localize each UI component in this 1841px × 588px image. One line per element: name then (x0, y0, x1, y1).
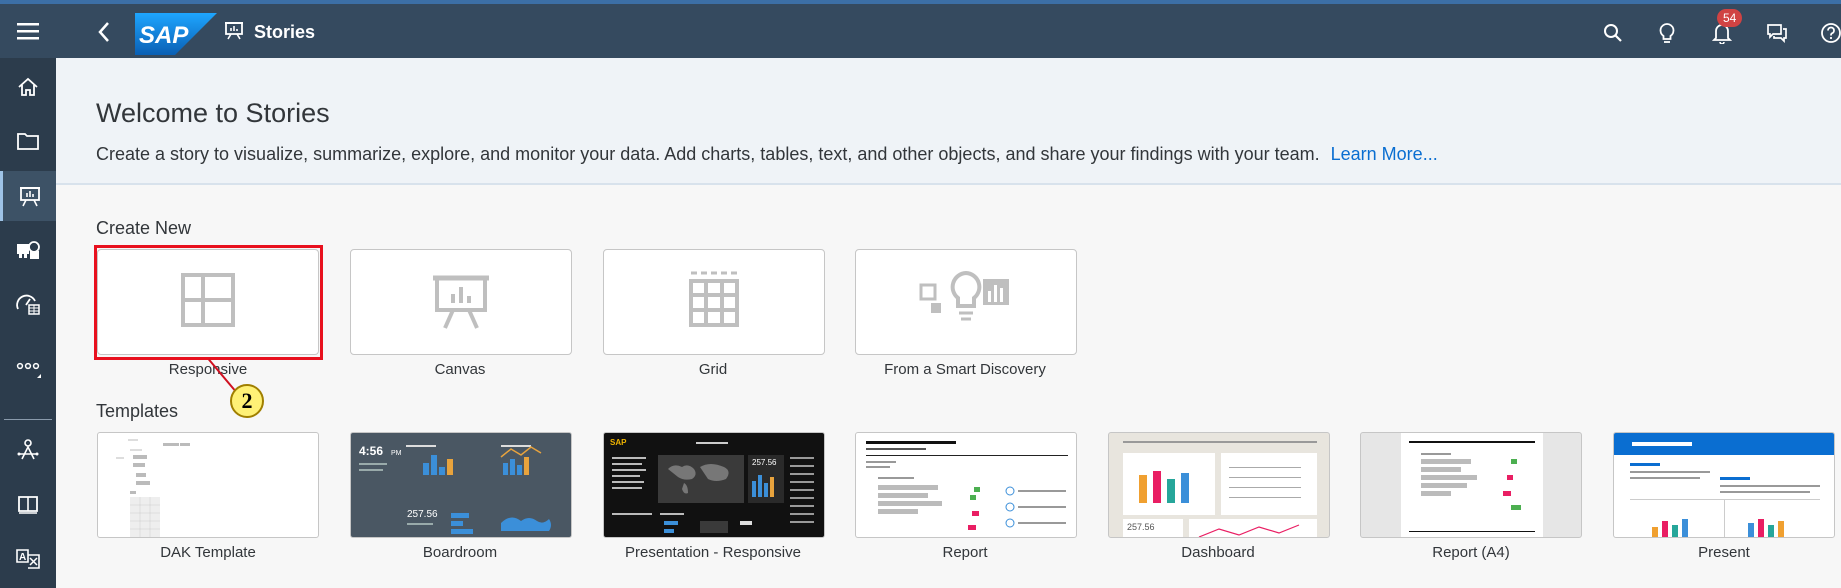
boardroom-time: 4:56 (359, 444, 383, 458)
learn-more-link[interactable]: Learn More... (1331, 144, 1438, 164)
template-label-boardroom: Boardroom (422, 544, 498, 561)
presentation-logo-text: SAP (610, 438, 627, 447)
analytic-icon[interactable] (0, 279, 56, 329)
boardroom-time-suffix: PM (391, 450, 402, 457)
welcome-description: Create a story to visualize, summarize, … (96, 144, 1438, 165)
template-label-dashboard: Dashboard (1181, 544, 1255, 561)
help-icon[interactable] (1817, 19, 1841, 47)
chat-icon[interactable] (1763, 19, 1791, 47)
grid-tile[interactable] (603, 249, 825, 355)
back-icon[interactable] (90, 18, 118, 46)
template-label-report-a4: Report (A4) (1432, 544, 1510, 561)
dashboard-value: 257.56 (1127, 522, 1155, 532)
more-icon[interactable] (0, 342, 56, 392)
notification-badge: 54 (1717, 9, 1743, 27)
app-title-area: Stories (224, 18, 315, 46)
grid-label: Grid (698, 361, 728, 378)
canvas-icon (431, 270, 491, 335)
template-label-presentation: Presentation - Responsive (625, 544, 801, 561)
template-thumb-dashboard[interactable]: 257.56 (1108, 432, 1330, 538)
shell-bar: SAP Stories 54 (0, 0, 1841, 58)
template-thumb-report-a4[interactable] (1360, 432, 1582, 538)
translate-icon[interactable]: A (0, 533, 56, 583)
grid-icon (687, 271, 741, 334)
smart-discovery-label: From a Smart Discovery (884, 361, 1046, 378)
template-thumb-presentation[interactable]: SAP 257.56 (603, 432, 825, 538)
template-thumb-present[interactable] (1613, 432, 1835, 538)
description-text: Create a story to visualize, summarize, … (96, 144, 1320, 164)
svg-text:A: A (19, 552, 26, 563)
responsive-label: Responsive (168, 361, 248, 378)
welcome-header: Welcome to Stories Create a story to vis… (56, 58, 1841, 185)
data-icon[interactable] (0, 225, 56, 275)
sap-logo[interactable]: SAP (135, 13, 217, 55)
stories-nav-icon[interactable] (0, 171, 56, 221)
presentation-value: 257.56 (752, 458, 777, 467)
lightbulb-icon[interactable] (1653, 19, 1681, 47)
smart-discovery-tile[interactable] (855, 249, 1077, 355)
template-thumb-report[interactable] (855, 432, 1077, 538)
templates-label: Templates (96, 401, 179, 421)
search-icon[interactable] (1599, 19, 1627, 47)
canvas-tile[interactable] (350, 249, 572, 355)
template-thumb-dak[interactable] (97, 432, 319, 538)
template-label-present: Present (1698, 544, 1750, 561)
page-title: Welcome to Stories (96, 98, 330, 128)
template-thumb-boardroom[interactable]: 4:56 PM 257.56 (350, 432, 572, 538)
connections-icon[interactable] (0, 425, 56, 475)
home-icon[interactable] (0, 62, 56, 112)
canvas-label: Canvas (434, 361, 486, 378)
nav-divider (4, 419, 52, 420)
folder-icon[interactable] (0, 116, 56, 166)
stories-icon (224, 20, 244, 45)
highlight-box (94, 245, 323, 360)
smart-discovery-icon (919, 269, 1013, 336)
create-new-label: Create New (96, 218, 192, 238)
menu-icon[interactable] (0, 0, 56, 62)
book-icon[interactable] (0, 479, 56, 529)
template-label-report: Report (942, 544, 988, 561)
boardroom-value: 257.56 (407, 509, 438, 520)
sap-logo-text: SAP (139, 22, 189, 49)
template-label-dak: DAK Template (160, 544, 256, 561)
step-callout: 2 (230, 384, 264, 418)
side-navigation: A (0, 58, 56, 588)
app-title: Stories (254, 21, 316, 42)
